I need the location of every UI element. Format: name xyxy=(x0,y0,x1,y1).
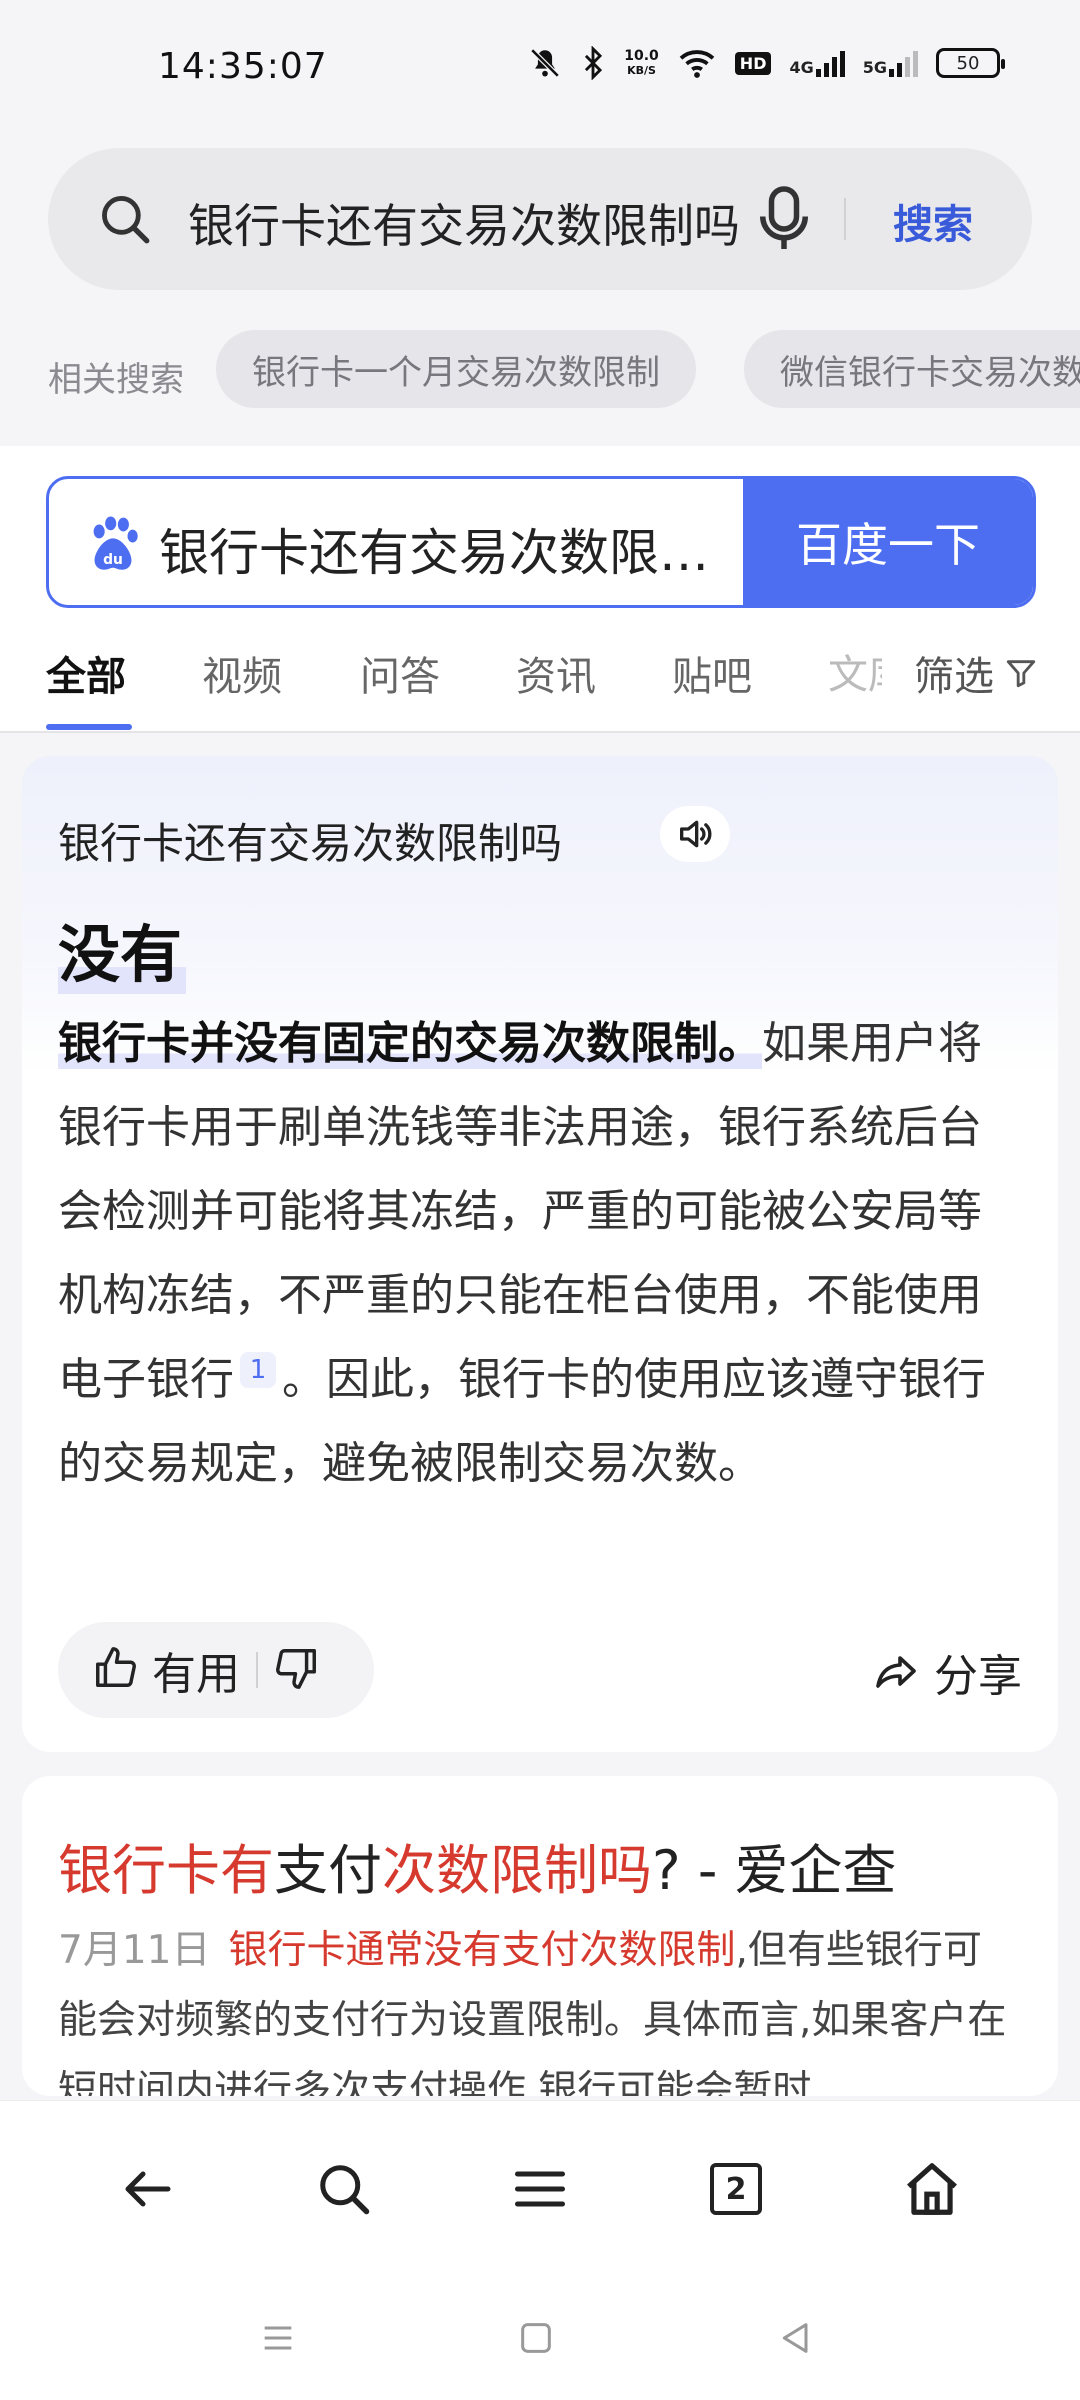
triangle-back-icon xyxy=(782,2323,808,2353)
system-back-button[interactable] xyxy=(766,2308,826,2368)
baidu-search-button[interactable]: 百度一下 xyxy=(743,479,1033,605)
answer-word: 没有 xyxy=(58,904,187,994)
hd-badge: HD xyxy=(734,51,772,75)
top-search-bar[interactable]: 银行卡还有交易次数限制吗 搜索 xyxy=(48,148,1032,290)
related-searches: 相关搜索 银行卡一个月交易次数限制 微信银行卡交易次数 xyxy=(0,330,1080,410)
search-button[interactable]: 搜索 xyxy=(893,192,973,250)
related-chip[interactable]: 微信银行卡交易次数 xyxy=(744,330,1080,408)
recent-apps-icon xyxy=(264,2326,292,2350)
related-chip[interactable]: 银行卡一个月交易次数限制 xyxy=(216,330,696,408)
filter-label: 筛选 xyxy=(914,654,994,700)
signal-bars-icon xyxy=(815,49,845,77)
bluetooth-icon xyxy=(580,46,606,80)
home-button[interactable] xyxy=(892,2149,972,2229)
answer-body: 银行卡并没有固定的交易次数限制。如果用户将银行卡用于刷单洗钱等非法用途，银行系统… xyxy=(58,1002,1022,1506)
result-date: 7月11日 xyxy=(58,1928,211,1973)
useful-button[interactable]: 有用 xyxy=(152,1638,240,1702)
tabs-button[interactable]: 2 xyxy=(696,2149,776,2229)
separator xyxy=(0,731,1080,733)
baidu-paw-icon: du xyxy=(85,513,141,577)
feedback-divider xyxy=(256,1652,258,1688)
recent-apps-button[interactable] xyxy=(248,2308,308,2368)
thumbs-up-icon[interactable] xyxy=(92,1645,138,1695)
home-icon xyxy=(907,2163,957,2215)
status-icons: 10.0 KB/S HD 4G 5G 50 xyxy=(528,46,1005,80)
filter-icon xyxy=(1006,660,1036,688)
tab-all[interactable]: 全部 xyxy=(46,644,126,702)
share-label: 分享 xyxy=(934,1651,1022,1702)
status-bar: 14:35:07 10.0 KB/S HD 4G 5G 50 xyxy=(0,0,1080,140)
microphone-icon[interactable] xyxy=(754,184,814,258)
tab-tieba[interactable]: 贴吧 xyxy=(672,644,752,702)
answer-card: 银行卡还有交易次数限制吗 没有 银行卡并没有固定的交易次数限制。如果用户将银行卡… xyxy=(22,756,1058,1752)
tab-wenku[interactable]: 文库 xyxy=(828,642,882,700)
search-result-card[interactable]: 银行卡有支付次数限制吗? - 爱企查 7月11日 银行卡通常没有支付次数限制,但有… xyxy=(22,1776,1058,2096)
tab-count: 2 xyxy=(710,2163,762,2215)
square-icon xyxy=(521,2323,551,2353)
divider xyxy=(844,198,846,240)
result-snippet: 7月11日 银行卡通常没有支付次数限制,但有些银行可能会对频繁的支付行为设置限制。… xyxy=(58,1928,1007,2096)
related-label: 相关搜索 xyxy=(48,360,184,400)
feedback-bar: 有用 xyxy=(58,1622,374,1718)
nav-search-button[interactable] xyxy=(304,2149,384,2229)
search-query[interactable]: 银行卡还有交易次数限制吗 xyxy=(188,190,748,256)
mute-icon xyxy=(528,46,562,80)
browser-bottom-nav: 2 xyxy=(0,2100,1080,2270)
speaker-icon xyxy=(680,820,712,848)
system-home-button[interactable] xyxy=(506,2308,566,2368)
tab-video[interactable]: 视频 xyxy=(202,644,282,702)
baidu-search-box[interactable]: du 银行卡还有交易次数限制吗 百度一下 xyxy=(46,476,1036,608)
share-icon xyxy=(876,1656,916,1688)
signal-bars-icon xyxy=(889,49,918,77)
baidu-search-query[interactable]: 银行卡还有交易次数限制吗 xyxy=(159,513,719,585)
signal-5g: 5G xyxy=(863,49,918,77)
tab-news[interactable]: 资讯 xyxy=(516,644,596,702)
answer-question: 银行卡还有交易次数限制吗 xyxy=(58,819,563,868)
search-icon xyxy=(320,2165,370,2215)
net-speed: 10.0 KB/S xyxy=(624,47,659,77)
signal-4g: 4G xyxy=(789,49,845,77)
status-time: 14:35:07 xyxy=(158,46,328,87)
filter-button[interactable]: 筛选 xyxy=(914,644,1038,702)
answer-text: 如果用户将银行卡用于刷单洗钱等非法用途，银行系统后台会检测并可能将其冻结，严重的… xyxy=(58,1018,982,1405)
share-button[interactable]: 分享 xyxy=(872,1640,1022,1704)
thumbs-down-icon[interactable] xyxy=(274,1645,320,1695)
citation-badge[interactable]: 1 xyxy=(240,1352,276,1389)
back-arrow-icon xyxy=(125,2171,171,2207)
result-title[interactable]: 银行卡有支付次数限制吗? - 爱企查 xyxy=(58,1826,896,1905)
svg-text:du: du xyxy=(103,552,123,568)
battery-icon: 50 xyxy=(936,48,1005,78)
menu-button[interactable] xyxy=(500,2149,580,2229)
system-nav-bar xyxy=(0,2270,1080,2400)
tab-qa[interactable]: 问答 xyxy=(360,644,440,702)
answer-highlight: 银行卡并没有固定的交易次数限制。 xyxy=(58,1018,762,1069)
menu-icon xyxy=(515,2171,565,2207)
tab-underline xyxy=(46,724,132,730)
back-button[interactable] xyxy=(108,2149,188,2229)
result-tabs: 全部 视频 问答 资讯 贴吧 文库 筛选 xyxy=(0,632,1080,732)
search-icon xyxy=(96,190,154,252)
speaker-button[interactable] xyxy=(660,806,730,862)
wifi-icon xyxy=(677,47,717,79)
